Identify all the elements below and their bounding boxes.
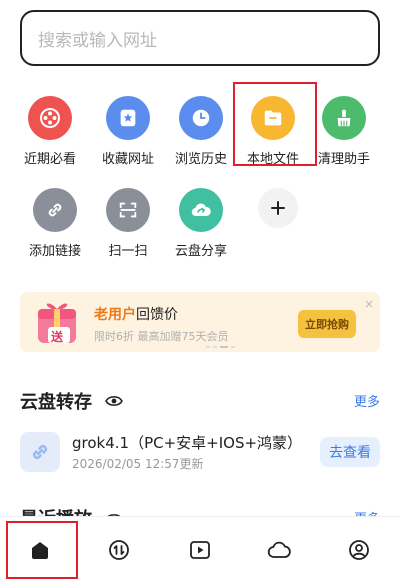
banner-title-highlight: 老用户 — [94, 307, 136, 323]
banner-title-rest: 回馈价 — [136, 307, 178, 323]
carousel-dot-active — [220, 346, 228, 348]
broom-icon — [322, 96, 366, 140]
cloud-icon — [267, 541, 291, 558]
tool-label: 扫一扫 — [108, 244, 148, 259]
tab-transfer[interactable] — [104, 535, 134, 565]
gift-text: 送 — [51, 330, 64, 344]
search-placeholder: 搜索或输入网址 — [38, 30, 157, 51]
tool-add[interactable] — [240, 188, 316, 228]
scan-icon — [106, 188, 150, 232]
tool-label: 云盘分享 — [174, 244, 227, 259]
link-file-icon — [20, 432, 60, 472]
buy-now-button[interactable]: 立即抢购 — [298, 310, 356, 338]
banner-subtitle: 限时6折 最高加赠75天会员 — [94, 330, 229, 343]
section-title-cloud-transfer: 云盘转存 — [20, 392, 92, 413]
tool-bookmarks[interactable]: 收藏网址 — [90, 96, 166, 167]
search-input[interactable]: 搜索或输入网址 — [20, 10, 380, 66]
transfer-icon — [109, 540, 129, 560]
list-item[interactable]: grok4.1（PC+安卓+IOS+鸿蒙） 2026/02/05 12:57更新… — [20, 432, 380, 476]
link-icon — [33, 188, 77, 232]
file-updated-time: 2026/02/05 12:57更新 — [72, 457, 204, 471]
cloud-share-icon — [179, 188, 223, 232]
video-play-icon — [190, 541, 210, 559]
bottom-tab-bar — [0, 516, 400, 582]
film-reel-icon — [28, 96, 72, 140]
tool-label: 本地文件 — [246, 152, 299, 167]
plus-icon — [258, 188, 298, 228]
tab-home[interactable] — [25, 535, 55, 565]
promo-banner[interactable]: 送 老用户回馈价 限时6折 最高加赠75天会员 立即抢购 × — [20, 292, 380, 352]
tool-label: 浏览历史 — [174, 152, 227, 167]
tool-label: 收藏网址 — [101, 152, 154, 167]
tool-scan[interactable]: 扫一扫 — [90, 188, 166, 259]
carousel-dot — [231, 346, 235, 348]
tool-add-link[interactable]: 添加链接 — [17, 188, 93, 259]
tool-local-files[interactable]: 本地文件 — [235, 96, 311, 167]
user-icon — [349, 540, 369, 560]
bookmark-star-icon — [106, 96, 150, 140]
tool-history[interactable]: 浏览历史 — [163, 96, 239, 167]
tab-cloud[interactable] — [264, 535, 294, 565]
tab-profile[interactable] — [344, 535, 374, 565]
clock-icon — [179, 96, 223, 140]
banner-title: 老用户回馈价 — [94, 304, 178, 324]
carousel-dot — [213, 346, 217, 348]
gift-box-icon: 送 — [34, 295, 80, 349]
cloud-more-link[interactable]: 更多 — [354, 391, 380, 410]
tool-label: 近期必看 — [23, 152, 76, 167]
carousel-dots — [206, 346, 235, 348]
view-button[interactable]: 去查看 — [320, 437, 380, 467]
tool-label: 清理助手 — [317, 152, 370, 167]
file-name: grok4.1（PC+安卓+IOS+鸿蒙） — [72, 434, 303, 452]
tool-label: 添加链接 — [28, 244, 81, 259]
tool-cloud-share[interactable]: 云盘分享 — [163, 188, 239, 259]
folder-icon — [251, 96, 295, 140]
tool-cleaner[interactable]: 清理助手 — [306, 96, 382, 167]
close-icon[interactable]: × — [364, 297, 374, 311]
tab-video[interactable] — [185, 535, 215, 565]
home-icon — [32, 542, 48, 559]
eye-icon[interactable] — [105, 393, 123, 407]
carousel-dot — [206, 346, 210, 348]
tool-recent-must-watch[interactable]: 近期必看 — [12, 96, 88, 167]
